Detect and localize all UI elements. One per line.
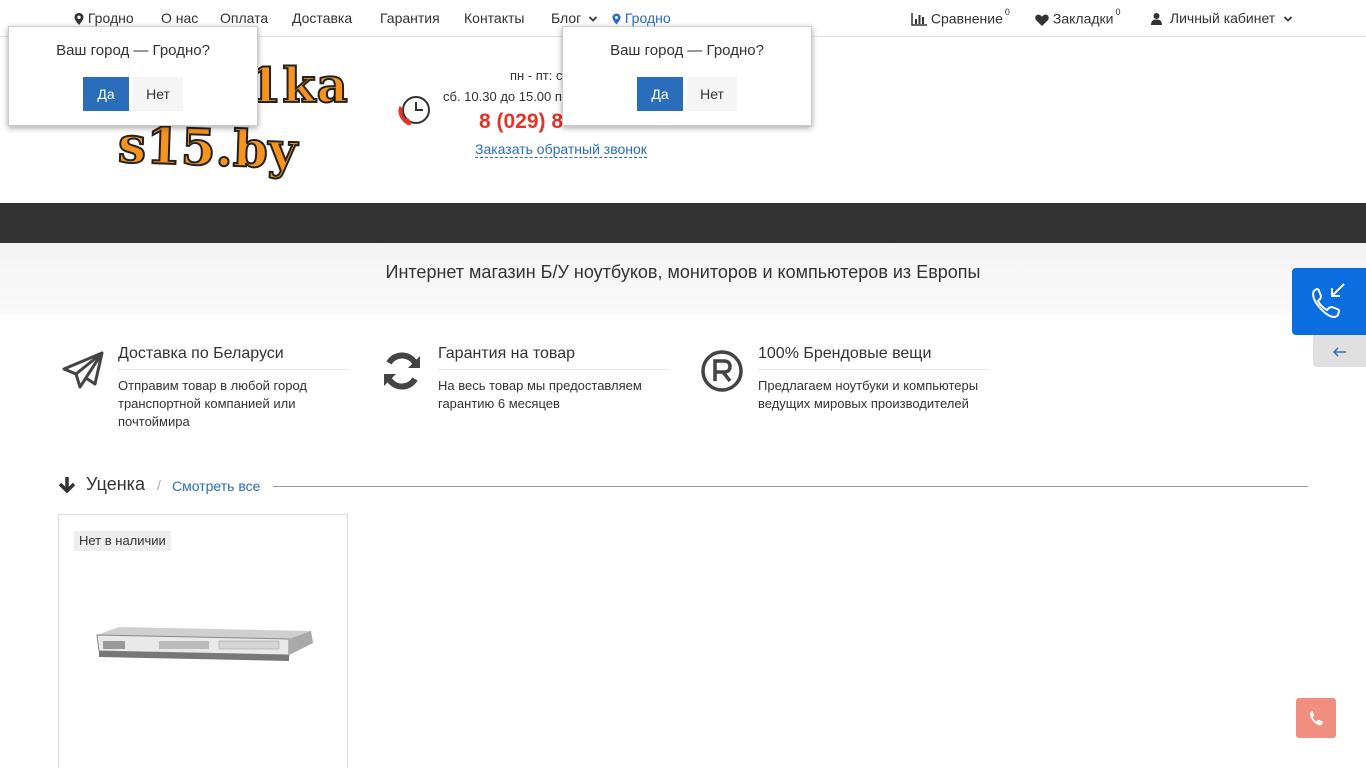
nav-link-blog[interactable]: Блог (551, 10, 598, 26)
nav-link-about[interactable]: О нас (161, 10, 198, 26)
registered-icon (701, 350, 743, 392)
view-all-link[interactable]: Смотреть все (172, 478, 260, 494)
working-hours-saturday: сб. 10.30 до 15.00 п (443, 89, 562, 104)
working-hours-weekdays: пн - пт: с (510, 68, 563, 83)
nav-link-contacts[interactable]: Контакты (464, 10, 524, 26)
phone-number[interactable]: 8 (029) 8 (479, 110, 563, 134)
arrow-left-icon (1332, 347, 1346, 357)
city-confirm-popup: Ваш город — Гродно? Да Нет (562, 26, 812, 126)
paper-plane-icon (62, 351, 104, 389)
stock-status-badge: Нет в наличии (74, 531, 171, 551)
bookmarks-label: Закладки (1052, 10, 1114, 27)
compare-count: 0 (1004, 7, 1010, 17)
confirm-city-no-button[interactable]: Нет (687, 77, 737, 111)
collapse-widget-button[interactable] (1313, 335, 1366, 367)
confirm-city-yes-button[interactable]: Да (637, 77, 683, 111)
confirm-city-no-button[interactable]: Нет (133, 77, 183, 111)
section-separator: / (157, 477, 161, 493)
confirm-city-yes-button[interactable]: Да (83, 77, 129, 111)
account-label: Личный кабинет (1169, 10, 1276, 26)
city-selector[interactable]: Гродно (74, 10, 134, 26)
feature-text: Отправим товар в любой город транспортно… (118, 378, 308, 429)
section-divider (273, 486, 1308, 487)
bookmarks-count: 0 (1115, 7, 1121, 17)
main-menu-bar (0, 203, 1366, 243)
logo-text-top: 1ka (247, 57, 349, 115)
refresh-icon (384, 352, 420, 390)
account-menu[interactable]: Личный кабинет (1151, 10, 1293, 26)
bar-chart-icon (911, 13, 927, 27)
city-link[interactable]: Гродно (612, 10, 671, 26)
markdown-section-header: Уценка / Смотреть все (58, 472, 1308, 500)
tagline-strip: Интернет магазин Б/У ноутбуков, мониторо… (0, 243, 1366, 315)
incoming-call-icon (1312, 283, 1345, 318)
floating-call-button[interactable] (1296, 698, 1336, 738)
city-question: Ваш город — Гродно? (610, 42, 764, 59)
tagline-text: Интернет магазин Б/У ноутбуков, мониторо… (385, 262, 981, 282)
callback-widget[interactable] (1292, 268, 1366, 335)
compare-link[interactable]: Сравнение 0 (911, 7, 1010, 27)
nav-link-payment[interactable]: Оплата (220, 10, 268, 26)
clock-phone-icon (398, 96, 430, 126)
product-image[interactable] (89, 575, 319, 765)
chevron-down-icon (589, 16, 598, 23)
city-question: Ваш город — Гродно? (56, 42, 210, 59)
compare-label: Сравнение (930, 10, 1003, 27)
section-title: Уценка (86, 474, 145, 494)
nav-link-blog-label: Блог (551, 10, 582, 26)
bookmarks-link[interactable]: Закладки 0 (1035, 7, 1121, 27)
feature-text: На весь товар мы предоставляем гарантию … (438, 378, 642, 411)
chevron-down-icon (1283, 16, 1293, 23)
map-marker-icon (612, 13, 621, 25)
nav-link-warranty[interactable]: Гарантия (380, 10, 440, 26)
feature-text: Предлагаем ноутбуки и компьютеры ведущих… (758, 378, 979, 411)
feature-title: Гарантия на товар (438, 345, 668, 370)
feature-title: Доставка по Беларуси (118, 345, 348, 370)
callback-link[interactable]: Заказать обратный звонок (475, 141, 647, 158)
city-link-label: Гродно (624, 10, 671, 26)
map-marker-icon (74, 13, 84, 26)
city-selector-label: Гродно (87, 10, 134, 26)
phone-icon (1310, 711, 1323, 726)
product-card[interactable]: Нет в наличии (58, 514, 348, 768)
city-confirm-popup: Ваш город — Гродно? Да Нет (8, 26, 258, 126)
arrow-down-icon (58, 477, 76, 494)
feature-title: 100% Брендовые вещи (758, 345, 988, 370)
user-icon (1151, 13, 1162, 26)
nav-link-delivery[interactable]: Доставка (292, 10, 352, 26)
heart-icon (1035, 14, 1049, 26)
